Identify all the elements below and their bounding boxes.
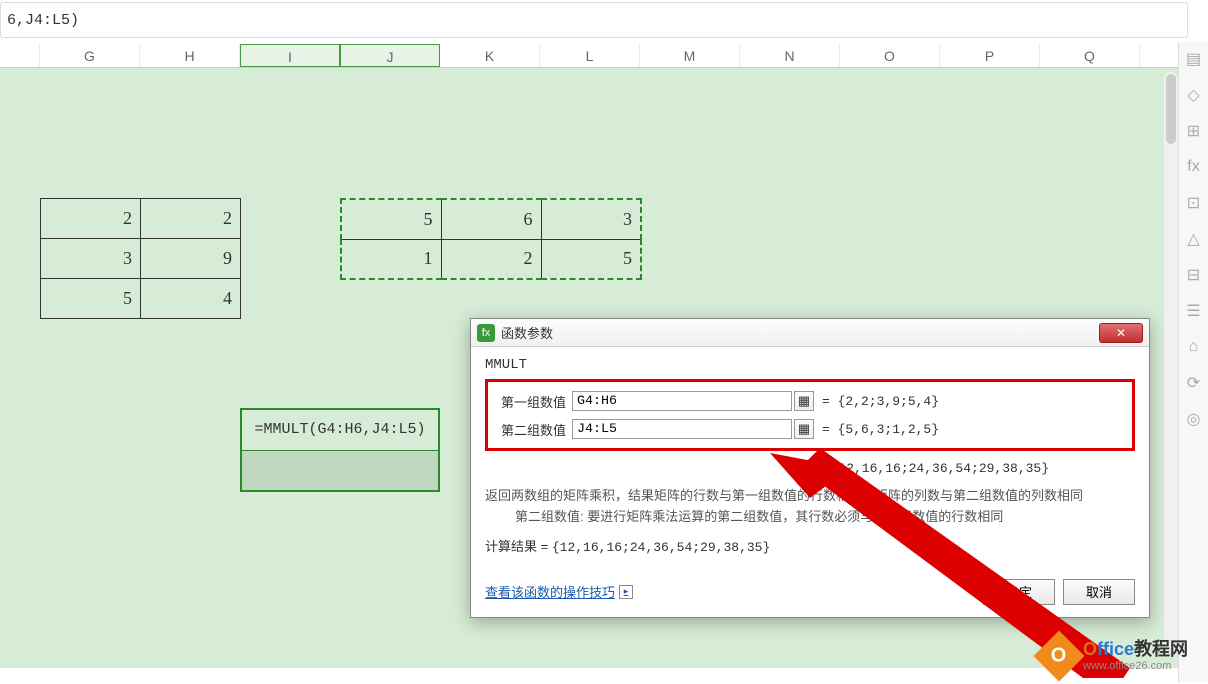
matrix-1: 22 39 54 bbox=[40, 198, 241, 319]
watermark-title: Office教程网 bbox=[1083, 640, 1188, 660]
intermediate-result: = {12,16,16;24,36,54;29,38,35} bbox=[815, 461, 1135, 476]
tool-icon[interactable]: fx bbox=[1185, 158, 1203, 176]
formula-bar-text: 6,J4:L5) bbox=[7, 12, 79, 29]
param-row-2: 第二组数值 ▦ = {5,6,3;1,2,5} bbox=[492, 416, 1128, 442]
col-I[interactable]: I bbox=[240, 44, 340, 67]
cell[interactable]: 6 bbox=[441, 199, 541, 239]
range-picker-icon[interactable]: ▦ bbox=[794, 391, 814, 411]
help-link[interactable]: 查看该函数的操作技巧 ▸ bbox=[485, 582, 633, 601]
col-Q[interactable]: Q bbox=[1040, 44, 1140, 67]
col-G[interactable]: G bbox=[40, 44, 140, 67]
formula-result-cell bbox=[242, 450, 438, 490]
col-L[interactable]: L bbox=[540, 44, 640, 67]
function-name: MMULT bbox=[485, 357, 1135, 373]
formula-text: =MMULT(G4:H6,J4:L5) bbox=[242, 410, 438, 450]
tool-icon[interactable]: ⟳ bbox=[1185, 374, 1203, 392]
range-picker-icon[interactable]: ▦ bbox=[794, 419, 814, 439]
table-row: 22 bbox=[41, 199, 241, 239]
spreadsheet-grid[interactable]: 22 39 54 563 125 =MMULT(G4:H6,J4:L5) fx … bbox=[0, 68, 1178, 668]
cell[interactable]: 2 bbox=[441, 239, 541, 279]
tool-icon[interactable]: ⊟ bbox=[1185, 266, 1203, 284]
param-2-input[interactable] bbox=[572, 419, 792, 439]
cell[interactable]: 5 bbox=[341, 199, 441, 239]
scrollbar-thumb[interactable] bbox=[1166, 74, 1176, 144]
params-highlight: 第一组数值 ▦ = {2,2;3,9;5,4} 第二组数值 ▦ = {5,6,3… bbox=[485, 379, 1135, 451]
cell[interactable]: 4 bbox=[141, 279, 241, 319]
col-M[interactable]: M bbox=[640, 44, 740, 67]
cell[interactable]: 5 bbox=[541, 239, 641, 279]
col-P[interactable]: P bbox=[940, 44, 1040, 67]
row-header-gutter bbox=[0, 44, 40, 67]
cell[interactable]: 3 bbox=[541, 199, 641, 239]
tool-icon[interactable]: ☰ bbox=[1185, 302, 1203, 320]
tool-icon[interactable]: ▤ bbox=[1185, 50, 1203, 68]
vertical-scrollbar[interactable] bbox=[1164, 72, 1178, 652]
cell[interactable]: 5 bbox=[41, 279, 141, 319]
tool-icon[interactable]: ◎ bbox=[1185, 410, 1203, 428]
column-headers: G H I J K L M N O P Q bbox=[0, 44, 1208, 68]
tool-icon[interactable]: ⊞ bbox=[1185, 122, 1203, 140]
tool-icon[interactable]: △ bbox=[1185, 230, 1203, 248]
col-J[interactable]: J bbox=[340, 44, 440, 67]
side-toolbar: ▤ ◇ ⊞ fx ⊡ △ ⊟ ☰ ⌂ ⟳ ◎ bbox=[1178, 42, 1208, 682]
col-N[interactable]: N bbox=[740, 44, 840, 67]
function-arguments-dialog: fx 函数参数 ✕ MMULT 第一组数值 ▦ = {2,2;3,9;5,4} … bbox=[470, 318, 1150, 618]
param-2-result: = {5,6,3;1,2,5} bbox=[822, 422, 939, 437]
table-row: 125 bbox=[341, 239, 641, 279]
cell[interactable]: 2 bbox=[141, 199, 241, 239]
dialog-title: 函数参数 bbox=[501, 323, 553, 342]
param-2-label: 第二组数值 bbox=[492, 420, 572, 439]
close-button[interactable]: ✕ bbox=[1099, 323, 1143, 343]
calc-result: 计算结果 = {12,16,16;24,36,54;29,38,35} bbox=[485, 536, 1135, 555]
param-1-label: 第一组数值 bbox=[492, 392, 572, 411]
formula-bar[interactable]: 6,J4:L5) bbox=[0, 2, 1188, 38]
dialog-titlebar[interactable]: fx 函数参数 ✕ bbox=[471, 319, 1149, 347]
cancel-button[interactable]: 取消 bbox=[1063, 579, 1135, 605]
table-row: 39 bbox=[41, 239, 241, 279]
col-K[interactable]: K bbox=[440, 44, 540, 67]
param-1-result: = {2,2;3,9;5,4} bbox=[822, 394, 939, 409]
cell[interactable]: 3 bbox=[41, 239, 141, 279]
cell[interactable]: 2 bbox=[41, 199, 141, 239]
cell[interactable]: 1 bbox=[341, 239, 441, 279]
ok-button[interactable]: 确定 bbox=[983, 579, 1055, 605]
table-row: 563 bbox=[341, 199, 641, 239]
watermark-url: www.office26.com bbox=[1083, 660, 1188, 672]
matrix-2: 563 125 bbox=[340, 198, 642, 280]
watermark-icon: O bbox=[1034, 631, 1085, 682]
cell[interactable]: 9 bbox=[141, 239, 241, 279]
param-1-input[interactable] bbox=[572, 391, 792, 411]
formula-result-range[interactable]: =MMULT(G4:H6,J4:L5) bbox=[240, 408, 440, 492]
tool-icon[interactable]: ⊡ bbox=[1185, 194, 1203, 212]
function-description: 返回两数组的矩阵乘积，结果矩阵的行数与第一组数值的行数相同，矩阵的列数与第二组数… bbox=[485, 486, 1135, 528]
help-play-icon: ▸ bbox=[619, 585, 633, 599]
tool-icon[interactable]: ⌂ bbox=[1185, 338, 1203, 356]
col-H[interactable]: H bbox=[140, 44, 240, 67]
dialog-icon: fx bbox=[477, 324, 495, 342]
table-row: 54 bbox=[41, 279, 241, 319]
param-row-1: 第一组数值 ▦ = {2,2;3,9;5,4} bbox=[492, 388, 1128, 414]
tool-icon[interactable]: ◇ bbox=[1185, 86, 1203, 104]
col-O[interactable]: O bbox=[840, 44, 940, 67]
watermark-logo: O Office教程网 www.office26.com bbox=[1041, 638, 1188, 674]
